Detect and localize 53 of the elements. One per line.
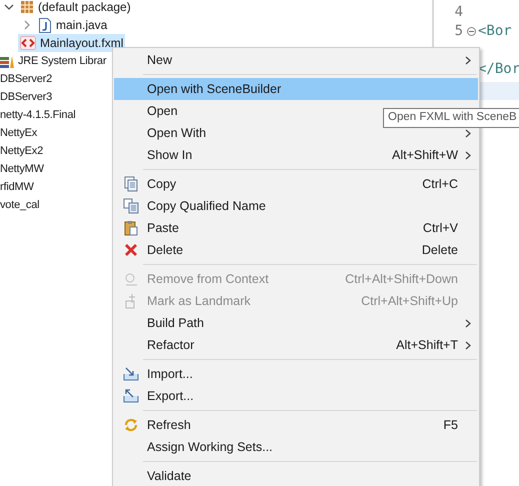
tree-item[interactable]: DBServer2	[0, 70, 54, 88]
shortcut-label: Ctrl+Alt+Shift+Down	[345, 270, 458, 288]
tree-item[interactable]: main.java	[36, 16, 110, 34]
refresh-icon	[122, 417, 138, 433]
menu-item[interactable]: Refresh F5	[114, 414, 478, 436]
menu-item[interactable]: Paste Ctrl+V	[114, 217, 478, 239]
menu-item[interactable]: Copy Qualified Name	[114, 195, 478, 217]
remove-icon	[122, 271, 138, 287]
menu-item[interactable]: Validate	[114, 465, 478, 486]
menu-item[interactable]: Show In Alt+Shift+W	[114, 144, 478, 166]
menu-item[interactable]: Delete Delete	[114, 239, 478, 261]
menu-item[interactable]: Assign Working Sets...	[114, 436, 478, 458]
line-number: 5	[454, 22, 464, 41]
package-icon	[20, 0, 34, 14]
fold-icon[interactable]	[466, 27, 476, 36]
copy-icon	[122, 176, 138, 192]
shortcut-label: Delete	[422, 242, 458, 259]
paste-icon	[122, 220, 138, 236]
tree-item[interactable]: vote_cal	[0, 196, 42, 214]
tree-item[interactable]: rfidMW	[0, 178, 36, 196]
menu-item[interactable]: Build Path	[114, 312, 478, 334]
file-icon	[38, 18, 52, 32]
menu-item[interactable]: Copy Ctrl+C	[114, 173, 478, 195]
expand-icon[interactable]	[22, 20, 32, 30]
library-icon	[0, 54, 14, 68]
line-number: 4	[454, 3, 464, 22]
tree-item[interactable]: NettyEx2	[0, 142, 46, 160]
menu-item[interactable]: Export...	[114, 385, 478, 407]
shortcut-label: Ctrl+V	[422, 220, 458, 237]
shortcut-label: Alt+Shift+T	[396, 336, 458, 354]
export-icon	[122, 388, 138, 404]
import-icon	[122, 366, 138, 382]
shortcut-label: F5	[443, 416, 458, 434]
menu-item[interactable]: Import...	[114, 363, 478, 385]
menu-item[interactable]: New	[114, 49, 478, 71]
delete-icon	[122, 242, 138, 258]
tree-item[interactable]: (default package)	[18, 0, 133, 16]
shortcut-label: Ctrl+Alt+Shift+Up	[361, 292, 458, 310]
menu-item[interactable]: Refactor Alt+Shift+T	[114, 334, 478, 356]
shortcut-label: Ctrl+C	[422, 176, 458, 193]
shortcut-label: Alt+Shift+W	[392, 146, 458, 164]
markup-file-icon	[20, 36, 36, 50]
code-line: <Bor	[478, 22, 512, 41]
menu-item[interactable]: Open with SceneBuilder	[114, 78, 478, 100]
tree-item[interactable]: netty-4.1.5.Final	[0, 106, 78, 124]
tree-item[interactable]: DBServer3	[0, 88, 54, 106]
collapse-icon[interactable]	[4, 2, 14, 12]
tree-item[interactable]: NettyMW	[0, 160, 46, 178]
tree-item[interactable]: NettyEx	[0, 124, 40, 142]
tree-item[interactable]: Mainlayout.fxml	[18, 34, 126, 52]
copy-name-icon	[122, 198, 138, 214]
tree-item[interactable]: JRE System Librar	[0, 52, 108, 70]
tooltip: Open FXML with SceneB	[383, 108, 519, 128]
